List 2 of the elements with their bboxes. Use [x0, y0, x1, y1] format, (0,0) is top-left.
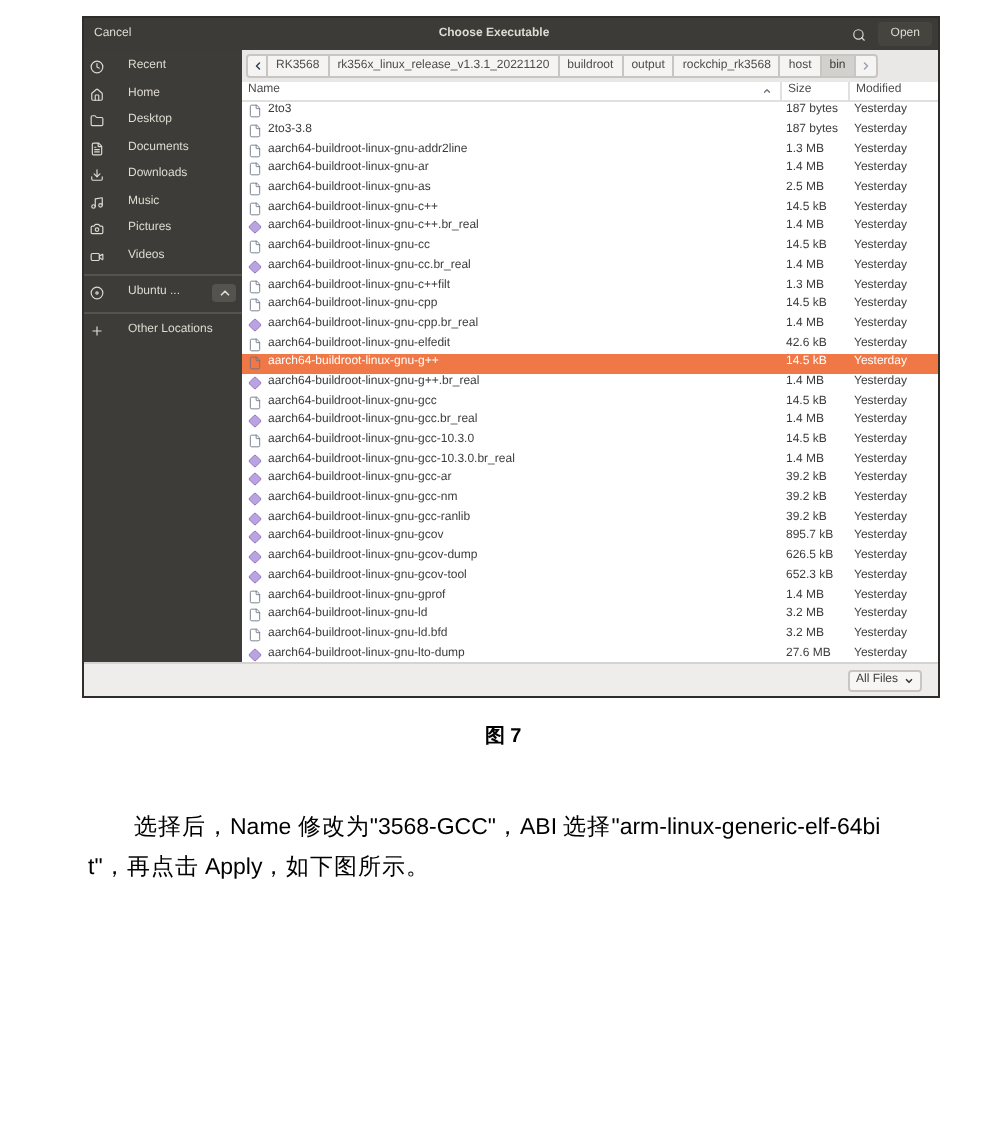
- figure-caption: 图 7: [484, 724, 522, 752]
- body-paragraph: 选择后，Name 修改为"3568-GCC"，ABI 选择"arm-linux-generic-elf-64bit"，再点击 Apply，如下图所示。: [88, 813, 883, 884]
